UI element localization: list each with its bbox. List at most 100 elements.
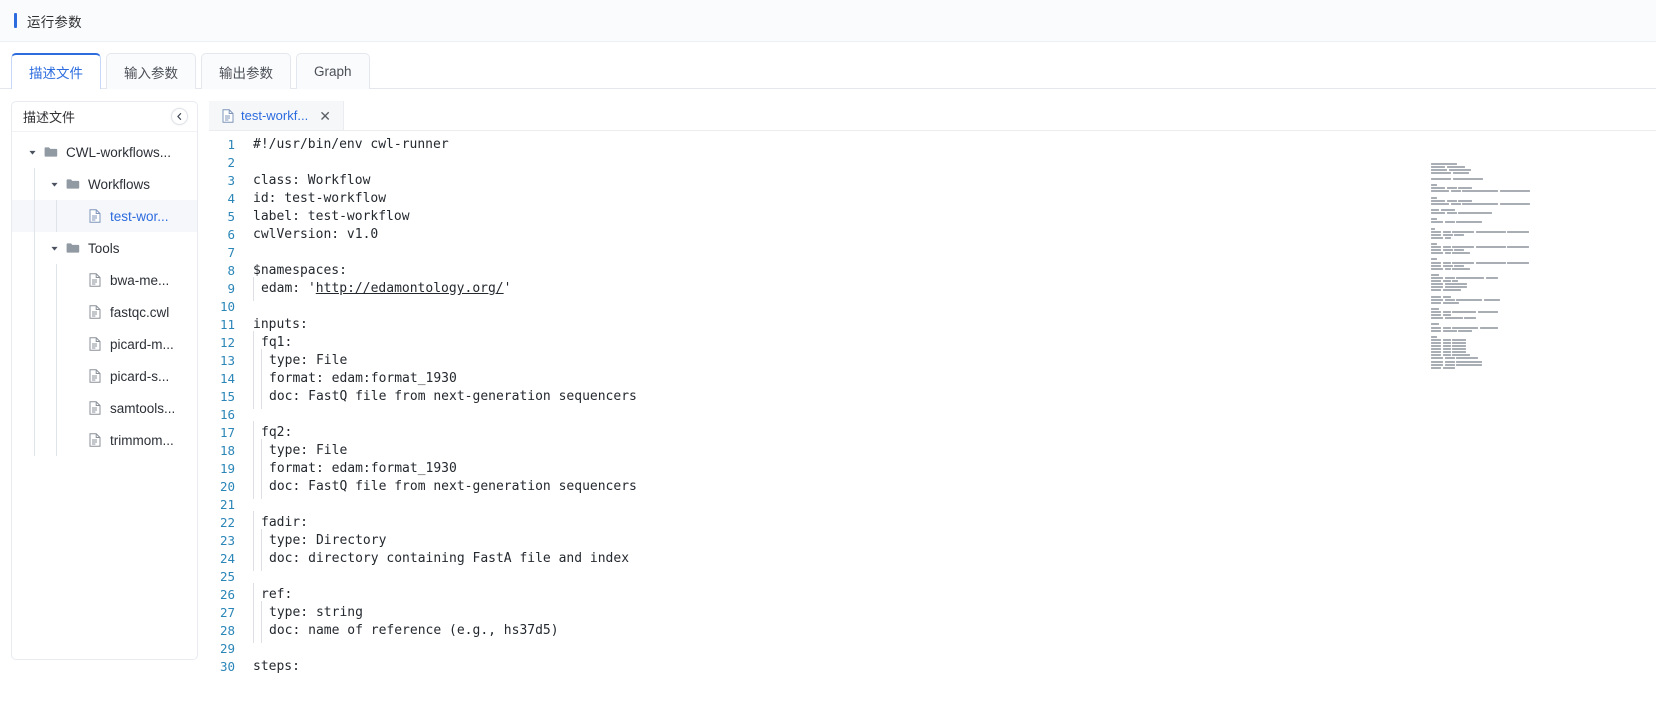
tree-item-file-7[interactable]: picard-s... bbox=[12, 360, 197, 392]
code-line: 30 steps: bbox=[209, 658, 1656, 676]
indent-guide bbox=[253, 529, 261, 553]
code-line: 3 class: Workflow bbox=[209, 172, 1656, 190]
tree-indent-guide bbox=[56, 392, 57, 424]
tree-item-label: bwa-me... bbox=[110, 272, 170, 288]
file-icon bbox=[87, 337, 102, 352]
code-line: 29 bbox=[209, 640, 1656, 658]
indent-guide bbox=[253, 457, 261, 481]
folder-icon bbox=[65, 241, 80, 256]
page-header: 运行参数 bbox=[0, 0, 1656, 42]
indent-guide bbox=[261, 367, 269, 391]
tree-item-file-5[interactable]: fastqc.cwl bbox=[12, 296, 197, 328]
line-number: 24 bbox=[219, 551, 235, 566]
tree-item-folder-0[interactable]: CWL-workflows... bbox=[12, 136, 197, 168]
line-number: 5 bbox=[227, 209, 235, 224]
indent-guide bbox=[261, 529, 269, 553]
file-icon bbox=[87, 369, 102, 384]
code-line: 8 $namespaces: bbox=[209, 262, 1656, 280]
indent-guide bbox=[253, 385, 261, 409]
code-url-link[interactable]: http://edamontology.org/ bbox=[316, 281, 504, 296]
indent-guide bbox=[261, 619, 269, 643]
code-text: format: edam:format_1930 bbox=[245, 457, 457, 481]
code-text: cwlVersion: v1.0 bbox=[253, 227, 379, 242]
tree-indent-guide bbox=[34, 232, 35, 264]
code-text: #!/usr/bin/env cwl-runner bbox=[253, 137, 449, 152]
caret-down-icon[interactable] bbox=[26, 146, 38, 158]
line-number: 30 bbox=[219, 659, 235, 674]
line-number: 28 bbox=[219, 623, 235, 638]
line-number: 25 bbox=[219, 569, 235, 584]
line-number: 11 bbox=[219, 317, 235, 332]
indent-guide bbox=[253, 583, 261, 607]
tree-indent-guide bbox=[56, 296, 57, 328]
code-text: $namespaces: bbox=[253, 263, 347, 278]
caret-placeholder bbox=[70, 274, 82, 286]
tree-item-label: picard-s... bbox=[110, 368, 170, 384]
close-icon[interactable]: ✕ bbox=[318, 109, 332, 123]
code-line: 2 bbox=[209, 154, 1656, 172]
file-icon bbox=[87, 273, 102, 288]
tree-indent-guide bbox=[34, 264, 35, 296]
editor-tab-0[interactable]: test-workf... ✕ bbox=[209, 101, 344, 130]
tree-indent-guide bbox=[56, 360, 57, 392]
tab-2[interactable]: 输出参数 bbox=[201, 53, 291, 89]
caret-down-icon[interactable] bbox=[48, 242, 60, 254]
tree-item-file-2[interactable]: test-wor... bbox=[12, 200, 197, 232]
code-line: 26 ref: bbox=[209, 583, 1656, 607]
code-line: 23 type: Directory bbox=[209, 529, 1656, 553]
line-number: 14 bbox=[219, 371, 235, 386]
indent-guide bbox=[261, 439, 269, 463]
code-line: 24 doc: directory containing FastA file … bbox=[209, 547, 1656, 571]
code-line: 20 doc: FastQ file from next-generation … bbox=[209, 475, 1656, 499]
tree-item-folder-1[interactable]: Workflows bbox=[12, 168, 197, 200]
tree-item-file-9[interactable]: trimmom... bbox=[12, 424, 197, 456]
code-text: id: test-workflow bbox=[253, 191, 387, 206]
caret-placeholder bbox=[70, 210, 82, 222]
body-split: 描述文件 CWL-workflows... Workflows test-wor..… bbox=[0, 89, 1656, 722]
indent-guide bbox=[253, 439, 261, 463]
code-line: 16 bbox=[209, 406, 1656, 424]
tree-item-file-6[interactable]: picard-m... bbox=[12, 328, 197, 360]
tab-label: Graph bbox=[314, 64, 352, 79]
tab-0[interactable]: 描述文件 bbox=[11, 53, 101, 90]
tree-indent-guide bbox=[34, 168, 35, 200]
code-line: 10 bbox=[209, 298, 1656, 316]
line-number: 4 bbox=[227, 191, 235, 206]
tree-indent-guide bbox=[34, 200, 35, 232]
tree-indent-guide bbox=[34, 328, 35, 360]
sidebar-collapse-button[interactable] bbox=[171, 108, 188, 125]
tree-item-label: Workflows bbox=[88, 176, 151, 192]
tree-indent-guide bbox=[34, 296, 35, 328]
code-line: 28 doc: name of reference (e.g., hs37d5) bbox=[209, 619, 1656, 643]
code-text: doc: FastQ file from next-generation seq… bbox=[245, 475, 637, 499]
tree-indent-guide bbox=[56, 200, 57, 232]
line-number: 29 bbox=[219, 641, 235, 656]
line-number: 20 bbox=[219, 479, 235, 494]
caret-placeholder bbox=[70, 338, 82, 350]
indent-guide bbox=[261, 349, 269, 373]
tab-1[interactable]: 输入参数 bbox=[106, 53, 196, 89]
code-line: 25 bbox=[209, 568, 1656, 586]
code-text: doc: FastQ file from next-generation seq… bbox=[245, 385, 637, 409]
caret-down-icon[interactable] bbox=[48, 178, 60, 190]
code-line: 17 fq2: bbox=[209, 421, 1656, 445]
tree-indent-guide bbox=[56, 328, 57, 360]
line-number: 9 bbox=[227, 281, 235, 296]
tree-item-file-8[interactable]: samtools... bbox=[12, 392, 197, 424]
indent-guide bbox=[253, 619, 261, 643]
indent-guide bbox=[261, 601, 269, 625]
line-number: 23 bbox=[219, 533, 235, 548]
indent-guide bbox=[253, 331, 261, 355]
line-number: 10 bbox=[219, 299, 235, 314]
tab-3[interactable]: Graph bbox=[296, 53, 370, 89]
code-text: edam: 'http://edamontology.org/' bbox=[245, 277, 511, 301]
tree-item-label: fastqc.cwl bbox=[110, 304, 170, 320]
tree-item-folder-3[interactable]: Tools bbox=[12, 232, 197, 264]
line-number: 27 bbox=[219, 605, 235, 620]
folder-icon bbox=[43, 145, 58, 160]
line-number: 16 bbox=[219, 407, 235, 422]
file-icon bbox=[87, 433, 102, 448]
code-area[interactable]: 1 #!/usr/bin/env cwl-runner 2 3 class: Workf… bbox=[209, 131, 1656, 722]
tree-item-file-4[interactable]: bwa-me... bbox=[12, 264, 197, 296]
code-line: 14 format: edam:format_1930 bbox=[209, 367, 1656, 391]
